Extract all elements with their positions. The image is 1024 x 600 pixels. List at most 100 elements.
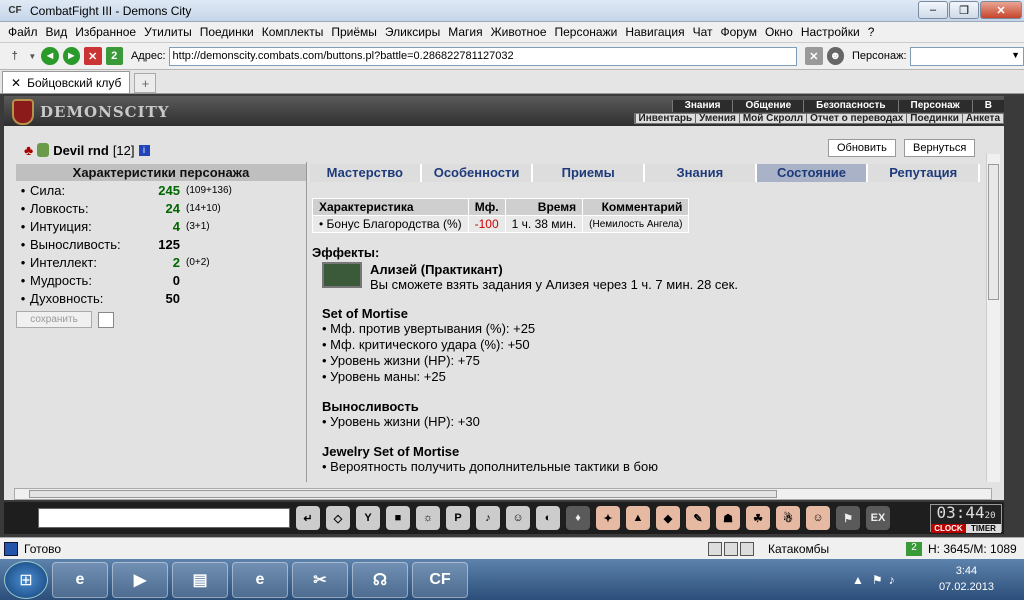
browser-tab[interactable]: ✕ Бойцовский клуб: [2, 71, 131, 93]
ie-window-icon[interactable]: e: [232, 561, 288, 598]
tab-techniques[interactable]: Приемы: [533, 164, 646, 182]
menu-forum[interactable]: Форум: [717, 25, 761, 39]
runner-icon[interactable]: ☼: [416, 506, 440, 530]
menu-utilities[interactable]: Утилиты: [140, 25, 196, 39]
menu-navigation[interactable]: Навигация: [621, 25, 688, 39]
tab-knowledge[interactable]: Знания: [645, 164, 757, 182]
nav-knowledge[interactable]: Знания: [671, 100, 733, 112]
save-button[interactable]: сохранить: [16, 311, 92, 328]
back-icon[interactable]: ◄: [41, 47, 59, 65]
horizontal-scrollbar[interactable]: [14, 488, 992, 500]
helmet-icon[interactable]: ◐: [536, 506, 560, 530]
subnav-battles[interactable]: Поединки: [906, 114, 962, 124]
map-icon[interactable]: [740, 541, 754, 556]
person-select[interactable]: [909, 46, 1024, 66]
tab-reputation[interactable]: Репутация: [868, 164, 981, 182]
subnav-inventory[interactable]: Инвентарь: [634, 114, 696, 124]
menu-file[interactable]: Файл: [4, 25, 42, 39]
menu-techniques[interactable]: Приёмы: [327, 25, 381, 39]
flag-icon[interactable]: ⚑: [836, 506, 860, 530]
minimize-button[interactable]: –: [918, 1, 948, 19]
explorer-icon[interactable]: ▤: [172, 561, 228, 598]
media-player-icon[interactable]: ▶: [112, 561, 168, 598]
volume-icon[interactable]: ♪: [889, 573, 895, 587]
jewel-icon[interactable]: ◆: [656, 506, 680, 530]
smile-icon[interactable]: ☺: [506, 506, 530, 530]
pin-icon[interactable]: †: [6, 47, 23, 65]
menu-favorites[interactable]: Избранное: [71, 25, 140, 39]
potion-icon[interactable]: ▲: [626, 506, 650, 530]
subnav-skills[interactable]: Умения: [695, 114, 739, 124]
refresh-status-icon[interactable]: 2: [906, 541, 922, 556]
menu-elixirs[interactable]: Эликсиры: [381, 25, 444, 39]
menu-settings[interactable]: Настройки: [797, 25, 864, 39]
send-icon[interactable]: ↵: [296, 506, 320, 530]
scroll-icon[interactable]: ✎: [686, 506, 710, 530]
sound-icon[interactable]: ♪: [476, 506, 500, 530]
filter-icon[interactable]: Y: [356, 506, 380, 530]
nav-character[interactable]: Персонаж: [897, 100, 972, 112]
menu-animal[interactable]: Животное: [487, 25, 551, 39]
menu-chat[interactable]: Чат: [689, 25, 717, 39]
dropdown-arrow-icon[interactable]: ▼: [27, 47, 37, 65]
clock-label[interactable]: CLOCK: [931, 524, 966, 533]
subnav-scroll[interactable]: Мой Скролл: [738, 114, 806, 124]
start-button[interactable]: ⊞: [4, 560, 48, 599]
tab-mastery[interactable]: Мастерство: [310, 164, 422, 182]
party-icon[interactable]: ☃: [776, 506, 800, 530]
menu-window[interactable]: Окно: [761, 25, 797, 39]
menu-battles[interactable]: Поединки: [196, 25, 258, 39]
status-icons: [708, 541, 754, 556]
subnav-profile[interactable]: Анкета: [961, 114, 1003, 124]
menu-magic[interactable]: Магия: [444, 25, 486, 39]
tray-arrow-icon[interactable]: ▲: [852, 573, 864, 587]
character-name[interactable]: Devil rnd: [53, 143, 109, 158]
tab-features[interactable]: Особенности: [422, 164, 534, 182]
browser-tab-label: Бойцовский клуб: [27, 75, 122, 90]
flag-tray-icon[interactable]: ⚑: [872, 573, 883, 587]
nav-security[interactable]: Безопасность: [803, 100, 897, 112]
clan-group-icon[interactable]: ☘: [746, 506, 770, 530]
notes-icon[interactable]: [724, 541, 738, 556]
private-icon[interactable]: P: [446, 506, 470, 530]
stop-icon[interactable]: ✕: [84, 47, 102, 65]
users-icon[interactable]: ☻: [826, 47, 845, 65]
tray-clock[interactable]: 3:44 07.02.2013: [939, 563, 994, 595]
maximize-button[interactable]: ❐: [949, 1, 979, 19]
close-button[interactable]: ✕: [980, 1, 1022, 19]
bag-icon[interactable]: ♦: [566, 506, 590, 530]
menu-characters[interactable]: Персонажи: [551, 25, 622, 39]
exit-icon[interactable]: EX: [866, 506, 890, 530]
refresh-button[interactable]: Обновить: [828, 139, 896, 157]
tab-state[interactable]: Состояние: [756, 164, 869, 182]
group-icon[interactable]: ☗: [716, 506, 740, 530]
clock-status-icon[interactable]: [708, 541, 722, 556]
timer-label[interactable]: TIMER: [966, 524, 1001, 533]
skill-icon[interactable]: ✦: [596, 506, 620, 530]
nav-communication[interactable]: Общение: [732, 100, 803, 112]
info-icon[interactable]: i: [138, 144, 150, 156]
refresh-icon[interactable]: 2: [105, 47, 123, 65]
menu-sets[interactable]: Комплекты: [258, 25, 328, 39]
forward-icon[interactable]: ►: [62, 47, 81, 65]
vertical-scrollbar[interactable]: [986, 154, 1000, 482]
friends-icon[interactable]: ☺: [806, 506, 830, 530]
menu-view[interactable]: Вид: [42, 25, 72, 39]
back-button[interactable]: Вернуться: [904, 139, 976, 157]
save-log-icon[interactable]: ■: [386, 506, 410, 530]
nav-more[interactable]: В: [971, 100, 1004, 112]
menu-help[interactable]: ?: [864, 25, 879, 39]
subnav-transfers[interactable]: Отчет о переводах: [806, 114, 906, 124]
tool-icon[interactable]: ✂: [292, 561, 348, 598]
ie-taskbar-icon[interactable]: e: [52, 561, 108, 598]
cf-taskbar-icon[interactable]: CF: [412, 561, 468, 598]
address-input[interactable]: [168, 46, 798, 66]
chat-input[interactable]: [38, 508, 290, 528]
new-tab-button[interactable]: +: [134, 73, 157, 93]
save-checkbox[interactable]: [98, 311, 114, 328]
headset-icon[interactable]: ☊: [352, 561, 408, 598]
state-table: Характеристика Мф. Время Комментарий • Б…: [312, 198, 690, 233]
eraser-icon[interactable]: ◇: [326, 506, 350, 530]
close-page-icon[interactable]: ✕: [805, 47, 823, 65]
close-tab-icon[interactable]: ✕: [11, 76, 21, 90]
